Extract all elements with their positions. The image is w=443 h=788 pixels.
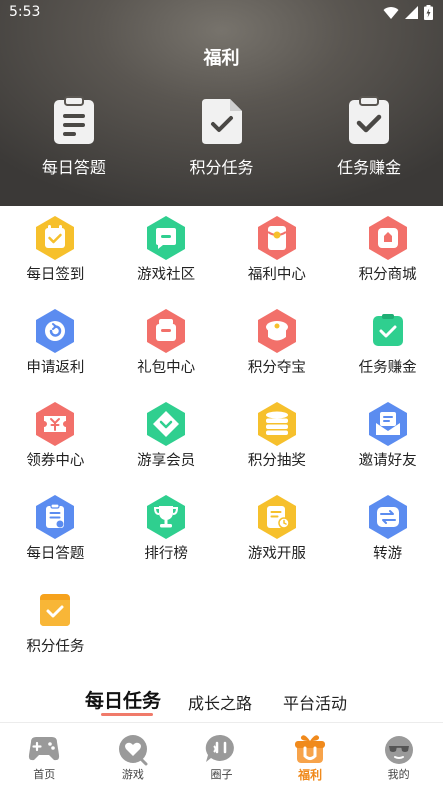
grid-item-invite-friends[interactable]: 邀请好友 — [332, 400, 443, 493]
nav-item-games[interactable]: 游戏 — [89, 723, 178, 788]
heart-game-icon — [118, 735, 148, 766]
grid-item-coupon-center[interactable]: 领券中心 — [0, 400, 111, 493]
nav-item-home[interactable]: 首页 — [0, 723, 89, 788]
trophy-icon — [147, 495, 186, 539]
grid-item-transfer-game[interactable]: 转游 — [332, 493, 443, 586]
gamepad-home-icon — [29, 737, 60, 761]
sunglasses-face-icon — [384, 736, 413, 764]
grid-item-points-mall[interactable]: 积分商城 — [332, 214, 443, 307]
hero-label: 每日答题 — [41, 158, 106, 177]
treasure-icon — [257, 309, 296, 353]
grid-label: 每日签到 — [26, 267, 85, 283]
points-task-icon — [40, 594, 71, 626]
server-open-icon — [257, 495, 296, 539]
hero-actions: 每日答题 积分任务 任务赚金 — [0, 96, 443, 178]
grid-row: 每日签到 游戏社区 福利中心 积分商城 — [0, 214, 443, 307]
refund-icon — [36, 309, 75, 353]
signal-icon — [405, 6, 418, 19]
nav-label: 圈子 — [210, 768, 233, 781]
tab-daily-tasks[interactable]: 每日任务 — [85, 686, 161, 713]
grid-item-daily-quiz[interactable]: 每日答题 — [0, 493, 111, 586]
grid-row: 积分任务 — [0, 586, 443, 679]
bottom-nav: 首页 游戏 圈子 福利 我的 — [0, 722, 443, 788]
coin-stack-icon — [257, 402, 296, 446]
document-check-icon — [201, 99, 242, 144]
gift-box-icon — [295, 735, 326, 763]
grid-item-points-lottery[interactable]: 积分抽奖 — [222, 400, 333, 493]
status-bar: 5:53 — [0, 0, 443, 26]
grid-label: 邀请好友 — [358, 453, 417, 469]
grid-label: 积分抽奖 — [247, 453, 306, 469]
grid-item-game-open-server[interactable]: 游戏开服 — [222, 493, 333, 586]
nav-label: 游戏 — [121, 768, 144, 781]
clipboard-list-icon — [53, 96, 94, 144]
nav-item-welfare[interactable]: 福利 — [266, 723, 355, 788]
grid-label: 礼包中心 — [137, 360, 196, 376]
red-envelope-icon — [257, 216, 296, 260]
shopping-bag-icon — [368, 216, 407, 260]
grid-label: 游戏开服 — [247, 546, 306, 562]
nav-item-circle[interactable]: 圈子 — [177, 723, 266, 788]
task-check-icon — [372, 314, 403, 346]
hero-action-task-earn[interactable]: 任务赚金 — [295, 96, 443, 178]
grid-item-apply-rebate[interactable]: 申请返利 — [0, 307, 111, 400]
wifi-icon — [383, 6, 399, 19]
grid-label: 积分商城 — [358, 267, 417, 283]
chat-bubble-icon — [147, 216, 186, 260]
grid-label: 排行榜 — [144, 546, 188, 562]
grid-label: 每日答题 — [26, 546, 85, 562]
diamond-icon — [147, 402, 186, 446]
hero-label: 任务赚金 — [337, 158, 402, 177]
grid-label: 积分夺宝 — [247, 360, 306, 376]
grid-item-gift-pack-center[interactable]: 礼包中心 — [111, 307, 222, 400]
grid-item-points-treasure[interactable]: 积分夺宝 — [222, 307, 333, 400]
grid-item-task-earn[interactable]: 任务赚金 — [332, 307, 443, 400]
status-icons — [383, 5, 433, 20]
hero-action-daily-quiz[interactable]: 每日答题 — [0, 96, 148, 178]
grid-label: 申请返利 — [26, 360, 85, 376]
grid-label: 转游 — [373, 546, 403, 562]
battery-charging-icon — [424, 5, 433, 20]
calendar-check-icon — [36, 216, 75, 260]
nav-label: 首页 — [33, 768, 56, 781]
grid-label: 游戏社区 — [137, 267, 196, 283]
feature-grid: 每日签到 游戏社区 福利中心 积分商城 申请返利 礼包中心 积分夺宝 任务赚金 … — [0, 214, 443, 679]
grid-item-vip-member[interactable]: 游享会员 — [111, 400, 222, 493]
status-time: 5:53 — [9, 4, 41, 20]
nav-label: 我的 — [387, 768, 410, 781]
grid-row: 申请返利 礼包中心 积分夺宝 任务赚金 — [0, 307, 443, 400]
grid-label: 领券中心 — [26, 453, 85, 469]
hero-label: 积分任务 — [189, 158, 254, 177]
welfare-header: 5:53 福利 每日答题 积分任务 任务赚金 — [0, 0, 443, 206]
grid-item-welfare-center[interactable]: 福利中心 — [222, 214, 333, 307]
nav-label: 福利 — [298, 768, 323, 782]
grid-item-daily-checkin[interactable]: 每日签到 — [0, 214, 111, 307]
section-tabs: 每日任务 成长之路 平台活动 — [0, 684, 443, 718]
grid-item-game-community[interactable]: 游戏社区 — [111, 214, 222, 307]
chat-circle-icon — [206, 734, 235, 762]
grid-row: 领券中心 游享会员 积分抽奖 邀请好友 — [0, 400, 443, 493]
grid-label: 任务赚金 — [358, 360, 417, 376]
hero-action-points-task[interactable]: 积分任务 — [148, 96, 296, 178]
grid-label: 游享会员 — [137, 453, 196, 469]
page-title: 福利 — [203, 48, 240, 69]
clipboard-check-icon — [349, 96, 390, 144]
grid-label: 积分任务 — [26, 639, 85, 655]
invite-mail-icon — [368, 402, 407, 446]
grid-row: 每日答题 排行榜 游戏开服 转游 — [0, 493, 443, 586]
coupon-icon — [36, 402, 75, 446]
tab-growth-path[interactable]: 成长之路 — [188, 690, 252, 714]
transfer-icon — [368, 495, 407, 539]
quiz-icon — [36, 495, 75, 539]
grid-item-leaderboard[interactable]: 排行榜 — [111, 493, 222, 586]
nav-item-mine[interactable]: 我的 — [354, 723, 443, 788]
tab-platform-events[interactable]: 平台活动 — [283, 690, 347, 714]
grid-item-points-task[interactable]: 积分任务 — [0, 586, 111, 679]
grid-label: 福利中心 — [247, 267, 306, 283]
active-tab-indicator — [101, 713, 153, 716]
gift-pack-icon — [147, 309, 186, 353]
